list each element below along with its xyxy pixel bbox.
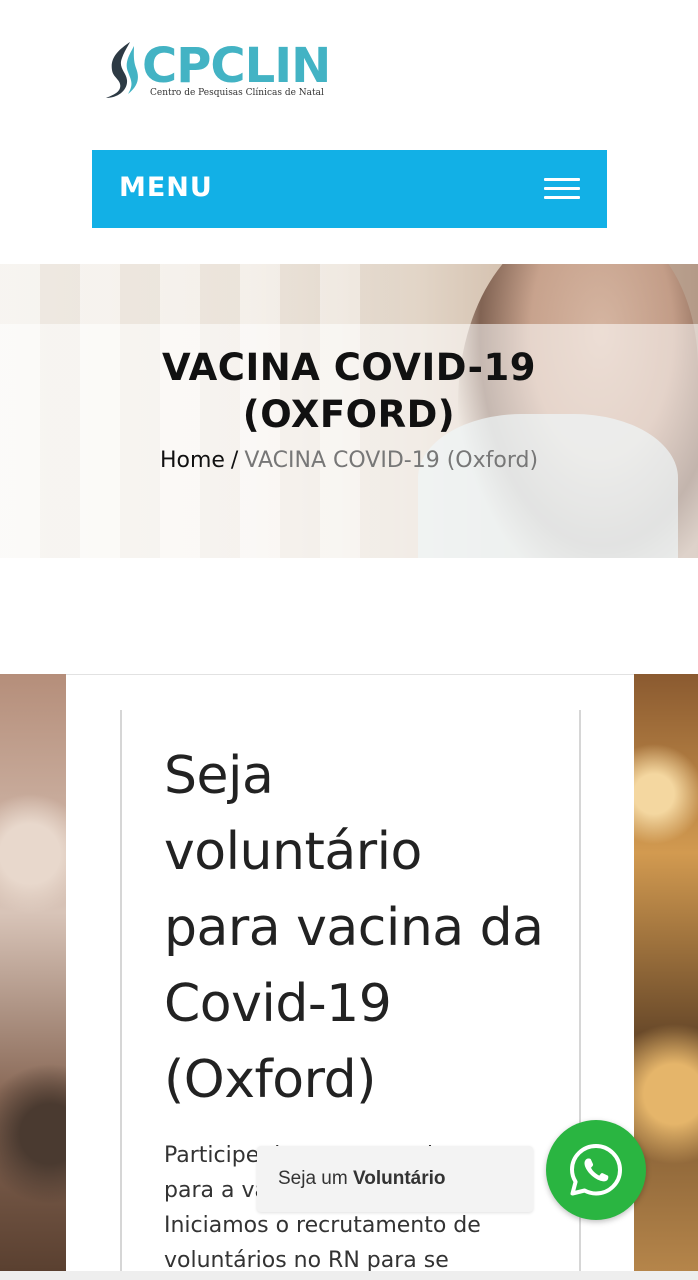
- logo-tagline: Centro de Pesquisas Clínicas de Natal: [150, 88, 324, 98]
- content-heading-line: (Oxford): [164, 1050, 376, 1110]
- breadcrumb-separator: /: [230, 448, 239, 473]
- page-title-line1: VACINA COVID-19: [162, 346, 536, 389]
- page-title: VACINA COVID-19 (OXFORD): [0, 344, 698, 438]
- content-paragraph-line: Iniciamos o recrutamento de: [164, 1213, 481, 1238]
- menu-toggle-button[interactable]: MENU: [92, 150, 607, 228]
- content-heading-line: Covid-19: [164, 974, 392, 1034]
- menu-label: MENU: [119, 172, 213, 203]
- logo-wordmark: CPCLIN: [142, 38, 331, 94]
- whatsapp-tooltip-bold: Voluntário: [352, 1168, 446, 1189]
- whatsapp-tooltip[interactable]: Seja um Voluntário: [257, 1146, 533, 1212]
- whatsapp-tooltip-prefix: Seja um: [278, 1168, 348, 1189]
- content-heading-line: Seja: [164, 746, 274, 806]
- content-background-left-image: [0, 674, 66, 1271]
- page-title-line2: (OXFORD): [242, 393, 456, 436]
- whatsapp-button[interactable]: [546, 1120, 646, 1220]
- whatsapp-icon: [570, 1144, 622, 1196]
- content-heading-line: para vacina da: [164, 898, 544, 958]
- flame-logo-icon: [106, 42, 138, 98]
- content-heading: Seja voluntário para vacina da Covid-19 …: [164, 738, 564, 1118]
- breadcrumb-home-link[interactable]: Home: [160, 448, 225, 473]
- bottom-edge: [0, 1271, 698, 1280]
- breadcrumb: Home / VACINA COVID-19 (Oxford): [0, 447, 698, 475]
- site-logo[interactable]: CPCLIN Centro de Pesquisas Clínicas de N…: [100, 38, 345, 102]
- content-heading-line: voluntário: [164, 822, 422, 882]
- breadcrumb-current: VACINA COVID-19 (Oxford): [244, 448, 539, 473]
- hamburger-icon: [544, 178, 580, 200]
